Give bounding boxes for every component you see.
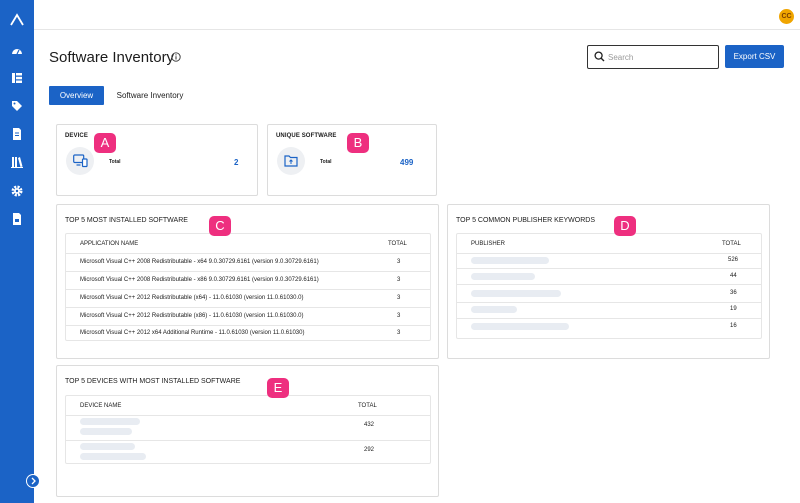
unique-software-card-title: UNIQUE SOFTWARE <box>276 133 337 139</box>
table-row-total: 36 <box>730 290 737 296</box>
table-row-total: 3 <box>397 313 401 319</box>
table-row-total: 3 <box>397 330 401 336</box>
loading-placeholder <box>471 257 549 264</box>
top-publishers-table: PUBLISHER TOTAL 526 44 36 19 16 <box>456 233 762 339</box>
dashboard-icon[interactable] <box>10 44 24 58</box>
top-bar: CC <box>34 0 800 30</box>
library-icon[interactable] <box>10 155 24 169</box>
software-total-label: Total <box>320 159 332 165</box>
page-title: Software Inventory <box>49 49 175 66</box>
table-row-total: 432 <box>364 422 375 428</box>
table-row-total: 19 <box>730 306 737 312</box>
table-row-name: Microsoft Visual C++ 2012 x64 Additional… <box>80 330 305 336</box>
device-card-title: DEVICE <box>65 133 88 139</box>
gear-icon[interactable] <box>10 184 24 198</box>
top-devices-card: TOP 5 DEVICES WITH MOST INSTALLED SOFTWA… <box>56 365 439 497</box>
marker-d: D <box>614 216 636 236</box>
devices-icon <box>73 154 88 168</box>
search-input[interactable] <box>608 49 713 65</box>
avatar[interactable]: CC <box>779 9 794 24</box>
top-publishers-card: TOP 5 COMMON PUBLISHER KEYWORDS PUBLISHE… <box>447 204 770 359</box>
table-row-name: Microsoft Visual C++ 2008 Redistributabl… <box>80 277 319 283</box>
device-card: DEVICE Total 2 <box>56 124 258 196</box>
table-row-total: 3 <box>397 295 401 301</box>
sidebar <box>0 0 40 503</box>
search-icon <box>594 51 605 62</box>
col-device-name: DEVICE NAME <box>80 403 122 409</box>
col-total: TOTAL <box>358 403 377 409</box>
table-row-name: Microsoft Visual C++ 2012 Redistributabl… <box>80 295 304 301</box>
loading-placeholder <box>471 323 569 330</box>
report-icon[interactable] <box>10 212 24 226</box>
logo-icon[interactable] <box>9 12 25 28</box>
loading-placeholder <box>80 443 135 450</box>
loading-placeholder <box>471 273 535 280</box>
folder-icon <box>284 155 298 167</box>
col-total: TOTAL <box>722 241 741 247</box>
table-row-total: 44 <box>730 273 737 279</box>
loading-placeholder <box>471 306 517 313</box>
loading-placeholder <box>80 428 132 435</box>
chevron-right-icon <box>31 477 36 485</box>
tab-software-inventory[interactable]: Software Inventory <box>107 86 193 105</box>
device-total-label: Total <box>109 159 121 165</box>
marker-a: A <box>94 133 116 153</box>
loading-placeholder <box>471 290 561 297</box>
loading-placeholder <box>80 418 140 425</box>
tab-overview[interactable]: Overview <box>49 86 104 105</box>
software-icon-badge <box>277 147 305 175</box>
table-row-name: Microsoft Visual C++ 2008 Redistributabl… <box>80 259 319 265</box>
col-total: TOTAL <box>388 241 407 247</box>
marker-b: B <box>347 133 369 153</box>
search-field[interactable] <box>587 45 719 69</box>
top-software-card: TOP 5 MOST INSTALLED SOFTWARE APPLICATIO… <box>56 204 439 359</box>
table-row-total: 3 <box>397 259 401 265</box>
table-row-total: 3 <box>397 277 401 283</box>
col-application-name: APPLICATION NAME <box>80 241 139 247</box>
device-total-value: 2 <box>234 158 239 167</box>
info-icon[interactable] <box>171 52 181 62</box>
tag-icon[interactable] <box>10 99 24 113</box>
table-row-name: Microsoft Visual C++ 2012 Redistributabl… <box>80 313 304 319</box>
software-total-value: 499 <box>400 158 414 167</box>
marker-e: E <box>267 378 289 398</box>
marker-c: C <box>209 216 231 236</box>
export-csv-button[interactable]: Export CSV <box>725 45 784 68</box>
list-icon[interactable] <box>10 71 24 85</box>
table-row-total: 526 <box>728 257 739 263</box>
table-row-total: 292 <box>364 447 375 453</box>
device-icon-badge <box>66 147 94 175</box>
top-software-table: APPLICATION NAME TOTAL Microsoft Visual … <box>65 233 431 341</box>
col-publisher: PUBLISHER <box>471 241 506 247</box>
top-devices-title: TOP 5 DEVICES WITH MOST INSTALLED SOFTWA… <box>65 378 241 385</box>
top-software-title: TOP 5 MOST INSTALLED SOFTWARE <box>65 217 188 224</box>
top-publishers-title: TOP 5 COMMON PUBLISHER KEYWORDS <box>456 217 595 224</box>
loading-placeholder <box>80 453 146 460</box>
top-devices-table: DEVICE NAME TOTAL 432 292 <box>65 395 431 464</box>
collapse-sidebar-button[interactable] <box>26 474 40 488</box>
table-row-total: 16 <box>730 323 737 329</box>
document-icon[interactable] <box>10 127 24 141</box>
